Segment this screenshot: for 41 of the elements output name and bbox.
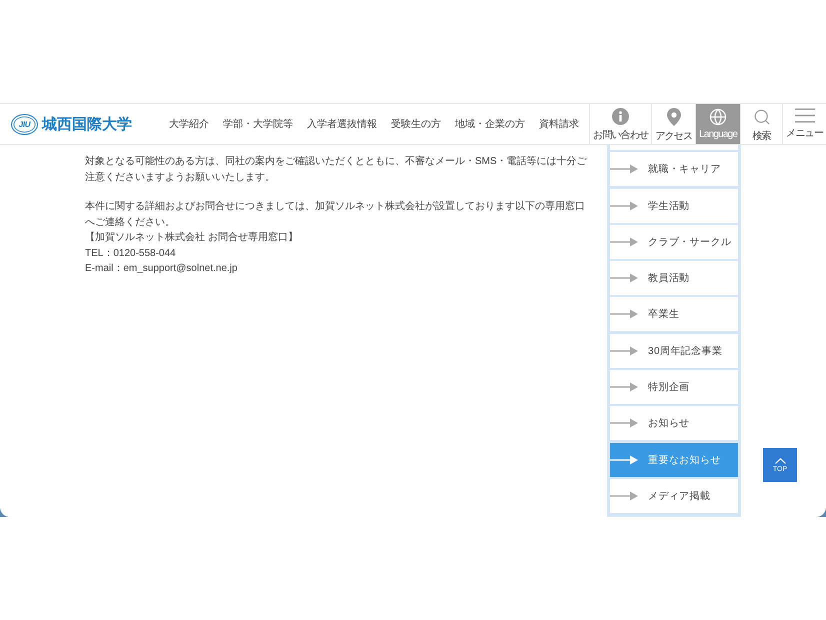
body-text: E-mail：em_support@solnet.ne.jp	[85, 262, 238, 276]
side-menu-item[interactable]: クラブ・サークル	[610, 224, 738, 259]
nav-link[interactable]: 地域・企業の方	[455, 117, 525, 131]
side-menu-item[interactable]: 学生活動	[610, 188, 738, 223]
arrow-icon	[610, 454, 638, 465]
map-pin-icon	[666, 108, 681, 126]
side-menu-item[interactable]: 就職・キャリア	[610, 152, 738, 186]
arrow-icon	[610, 382, 638, 392]
side-menu-item[interactable]: 30周年記念事業	[610, 334, 738, 368]
arrow-icon	[610, 309, 638, 320]
arrow-icon	[610, 164, 638, 174]
body-text: 対象となる可能性のある方は、同社の案内をご確認いただくとともに、不審なメール・SMS・電話等には十分ご注意くださいますようお願いいたします。	[85, 154, 588, 184]
side-menu-item[interactable]: 卒業生	[610, 297, 738, 332]
arrow-icon	[610, 490, 638, 501]
arrow-icon	[610, 200, 638, 211]
nav-link[interactable]: 大学紹介	[169, 117, 209, 131]
side-menu-item[interactable]: 特別企画	[610, 370, 738, 404]
search-icon	[752, 108, 771, 126]
nav-link[interactable]: 入学者選抜情報	[307, 117, 377, 131]
nav-link[interactable]: 受験生の方	[391, 117, 441, 131]
logo-emblem: JIU	[11, 114, 38, 134]
cropped-menu-item[interactable]	[610, 145, 738, 150]
body-text: TEL：0120-558-044	[85, 246, 177, 260]
globe-icon	[709, 108, 728, 126]
side-menu-item[interactable]: 教員活動	[610, 261, 738, 296]
university-name: 城西国際大学	[42, 114, 132, 134]
chevron-up-icon	[774, 458, 786, 464]
body-text: 【加賀ソルネット株式会社 お問合せ専用窓口】	[85, 230, 299, 245]
header-button[interactable]: メニュー	[782, 104, 826, 144]
nav-link[interactable]: 学部・大学院等	[223, 117, 293, 131]
arrow-icon	[610, 236, 638, 247]
side-menu-item[interactable]: メディア掲載	[610, 478, 738, 513]
body-text: 本件に関する詳細およびお問合せにつきましては、加賀ソルネット株式会社が設置しております以下の専用窓口へご連絡ください。	[85, 200, 586, 230]
arrow-icon	[610, 346, 638, 356]
side-menu-item[interactable]: お知らせ	[610, 406, 738, 440]
header-button[interactable]: お問い合わせ	[589, 104, 652, 144]
arrow-icon	[610, 273, 638, 284]
arrow-icon	[610, 418, 638, 428]
info-icon	[612, 108, 630, 125]
menu-icon	[794, 108, 815, 123]
nav-link[interactable]: 資料請求	[539, 117, 579, 131]
